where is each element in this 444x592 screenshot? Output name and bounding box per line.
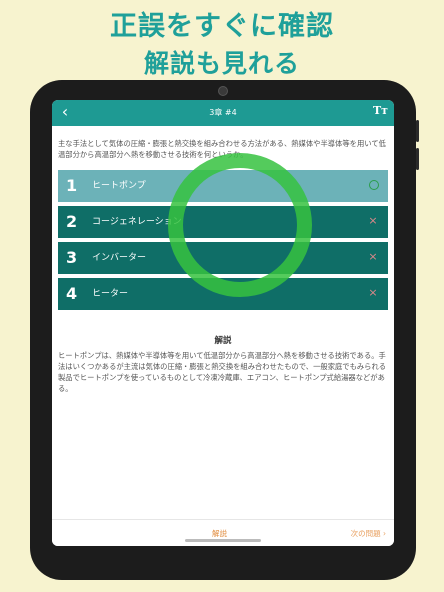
option-label: ヒーター (92, 289, 129, 299)
tablet-frame: ‹ 3章 #4 Tт 主な手法として気体の圧縮・膨張と熱交換を組み合わせる方法が… (30, 80, 419, 580)
side-button (416, 148, 419, 170)
explanation-body: ヒートポンプは、熱媒体や半導体等を用いて低温部分から高温部分へ熱を移動させる技術… (58, 351, 387, 393)
option-label: ヒートポンプ (92, 181, 146, 191)
explanation-title: 解説 (214, 336, 232, 346)
wrong-x-icon: × (368, 214, 378, 227)
option-number: 1 (66, 176, 78, 195)
wrong-x-icon: × (368, 250, 378, 263)
home-indicator (185, 539, 261, 542)
answer-option-2[interactable]: 2 コージェネレーション × (58, 206, 388, 238)
side-button (416, 120, 419, 142)
promo-headline: 正誤をすぐに確認 (110, 11, 334, 42)
question-text: 主な手法として気体の圧縮・膨張と熱交換を組み合わせる方法がある、熱媒体や半導体等… (58, 139, 386, 159)
option-number: 4 (66, 284, 78, 303)
answer-option-3[interactable]: 3 インバーター × (58, 242, 388, 274)
answer-option-1[interactable]: 1 ヒートポンプ (58, 170, 388, 202)
promo-subheadline: 解説も見れる (143, 49, 300, 78)
explanation-tab[interactable]: 解説 (212, 528, 227, 539)
option-number: 3 (66, 248, 78, 267)
page-title: 3章 #4 (209, 108, 237, 117)
wrong-x-icon: × (368, 286, 378, 299)
option-number: 2 (66, 212, 78, 231)
nav-bar: ‹ 3章 #4 Tт (52, 100, 394, 126)
text-size-icon[interactable]: Tт (373, 104, 388, 117)
answer-option-4[interactable]: 4 ヒーター × (58, 278, 388, 310)
option-label: コージェネレーション (92, 217, 182, 227)
option-label: インバーター (92, 253, 147, 263)
next-question-button[interactable]: 次の問題 › (351, 528, 386, 539)
correct-circle-icon (369, 180, 379, 190)
app-screen: ‹ 3章 #4 Tт 主な手法として気体の圧縮・膨張と熱交換を組み合わせる方法が… (52, 100, 394, 546)
camera-icon (218, 86, 228, 96)
